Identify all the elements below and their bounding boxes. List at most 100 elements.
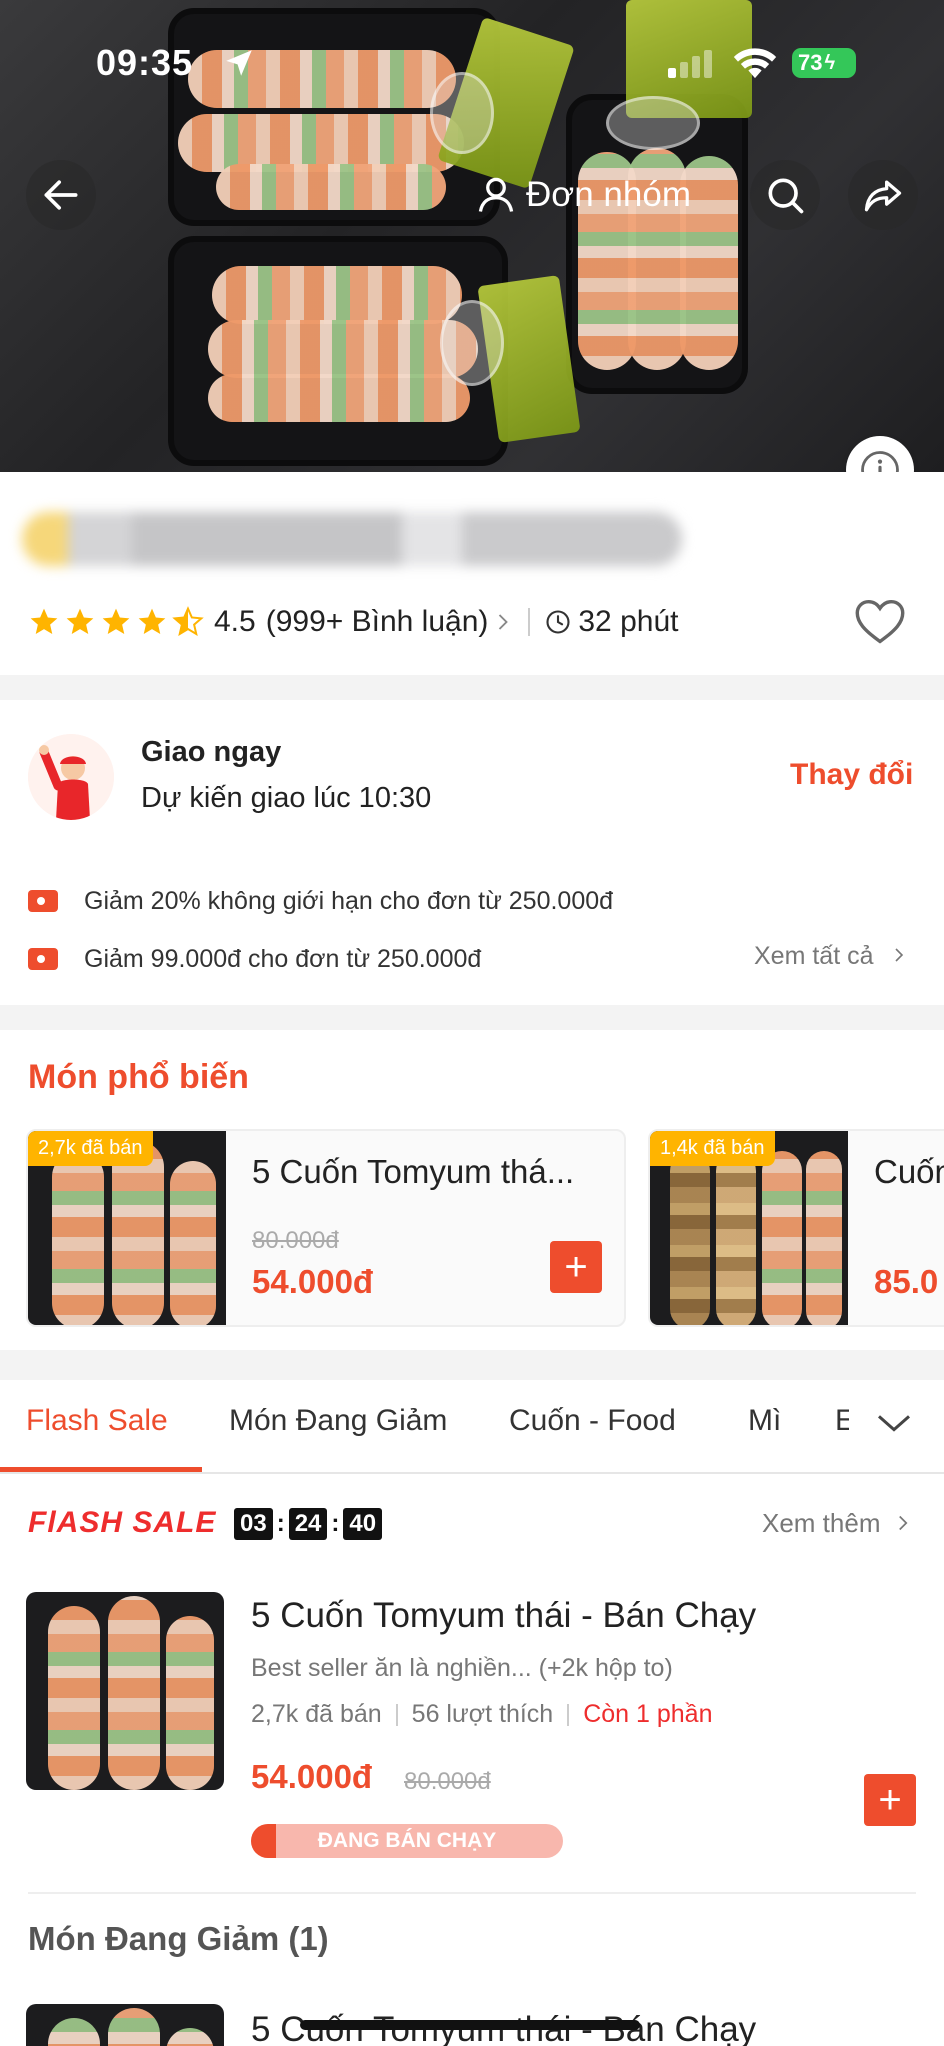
- store-info: 4.5 (999+ Bình luận) 32 phút: [0, 472, 944, 675]
- group-order-label: Đơn nhóm: [526, 175, 691, 214]
- delivery-estimate: Dự kiến giao lúc 10:30: [141, 782, 432, 814]
- battery-indicator: 73 ϟ: [792, 48, 856, 78]
- star-icon: [30, 608, 58, 634]
- plus-icon: +: [564, 1245, 588, 1289]
- tab-noodles[interactable]: Mì: [748, 1404, 781, 1438]
- share-icon: [864, 180, 902, 212]
- item-original-price: 80.000đ: [252, 1227, 339, 1254]
- review-count: (999+ Bình luận): [265, 605, 489, 638]
- divider: [528, 608, 531, 636]
- add-to-cart-button[interactable]: +: [550, 1241, 602, 1293]
- chevron-down-icon[interactable]: [874, 1408, 914, 1438]
- status-time: 09:35: [96, 42, 194, 83]
- divider: [395, 1703, 398, 1726]
- chevron-right-icon: [499, 614, 509, 630]
- popular-items-section: Món phổ biến 2,7k đã bán 5 Cuốn Tomyum t…: [0, 1030, 944, 1350]
- category-tabs: Flash Sale Món Đang Giảm Cuốn - Food Mì …: [0, 1380, 944, 1474]
- voucher-text: Giảm 20% không giới hạn cho đơn từ 250.0…: [84, 886, 614, 915]
- section-gap: [0, 1005, 944, 1030]
- plus-icon: +: [878, 1778, 902, 1822]
- flash-sale-timer: 03 : 24 : 40: [234, 1508, 383, 1540]
- hot-selling-label: ĐANG BÁN CHẠY: [317, 1829, 497, 1852]
- change-delivery-button[interactable]: Thay đổi: [790, 758, 913, 792]
- section-gap: [0, 675, 944, 700]
- divider: [567, 1703, 570, 1726]
- divider: [28, 1892, 916, 1894]
- tab-flash-sale[interactable]: Flash Sale: [26, 1404, 168, 1438]
- home-indicator[interactable]: [300, 2020, 640, 2030]
- delivery-mode: Giao ngay: [141, 736, 282, 768]
- store-name-blurred: [22, 512, 682, 566]
- rating-row[interactable]: 4.5 (999+ Bình luận) 32 phút: [28, 600, 678, 644]
- half-star-icon: [172, 606, 204, 637]
- group-order-button[interactable]: Đơn nhóm: [474, 160, 714, 230]
- like-count: 56 lượt thích: [411, 1700, 554, 1728]
- timer-minutes: 24: [288, 1508, 328, 1540]
- flash-sale-logo: FlASH SALE: [28, 1506, 217, 1539]
- wifi-icon: [733, 48, 777, 79]
- user-icon: [478, 177, 514, 212]
- status-bar: 09:35 73 ϟ: [0, 36, 944, 92]
- flash-sale-section: FlASH SALE 03 : 24 : 40 Xem thêm 5 Cuốn …: [0, 1474, 944, 1894]
- location-arrow-icon: [226, 50, 252, 76]
- clock-icon: [546, 610, 570, 634]
- see-more-link[interactable]: Xem thêm: [762, 1508, 912, 1539]
- food-thumbnail: 2,7k đã bán: [28, 1131, 226, 1325]
- remaining-stock: Còn 1 phần: [583, 1700, 713, 1728]
- food-thumbnail[interactable]: [26, 1592, 224, 1790]
- voucher-icon: [28, 890, 58, 912]
- chevron-right-icon: [898, 1515, 908, 1531]
- item-original-price: 80.000đ: [404, 1768, 491, 1795]
- see-more-label: Xem thêm: [762, 1508, 881, 1538]
- sold-count-badge: 2,7k đã bán: [28, 1131, 153, 1166]
- timer-hours: 03: [234, 1508, 273, 1540]
- voucher-icon: [28, 948, 58, 970]
- add-to-cart-button[interactable]: +: [864, 1774, 916, 1826]
- cellular-signal-icon: [668, 50, 712, 78]
- food-thumbnail: 1,4k đã bán: [650, 1131, 848, 1325]
- arrow-left-icon: [44, 180, 78, 210]
- voucher-row[interactable]: Giảm 99.000đ cho đơn từ 250.000đ: [28, 942, 481, 976]
- favorite-heart-icon[interactable]: [852, 596, 908, 646]
- food-thumbnail[interactable]: [26, 2004, 224, 2046]
- star-icon: [66, 608, 94, 634]
- voucher-text: Giảm 99.000đ cho đơn từ 250.000đ: [84, 944, 482, 973]
- timer-seconds: 40: [343, 1508, 383, 1540]
- sold-count-badge: 1,4k đã bán: [650, 1131, 775, 1166]
- voucher-row[interactable]: Giảm 20% không giới hạn cho đơn từ 250.0…: [28, 884, 613, 918]
- item-price: 54.000đ: [251, 1758, 373, 1795]
- star-icon: [138, 608, 166, 634]
- rating-value: 4.5: [214, 605, 256, 638]
- see-all-vouchers-link[interactable]: Xem tất cả: [754, 942, 908, 971]
- active-tab-indicator: [0, 1467, 202, 1472]
- popular-item-card[interactable]: 2,7k đã bán 5 Cuốn Tomyum thá... 80.000đ…: [26, 1129, 626, 1327]
- timer-separator: :: [276, 1510, 285, 1537]
- tab-more[interactable]: E: [835, 1404, 849, 1438]
- discount-section-title: Món Đang Giảm (1): [28, 1920, 329, 1957]
- battery-level: 73: [798, 50, 823, 75]
- timer-separator: :: [331, 1510, 340, 1537]
- item-name: Cuốn: [874, 1153, 944, 1190]
- star-icon: [102, 608, 130, 634]
- tab-discounted[interactable]: Món Đang Giảm: [229, 1404, 447, 1438]
- popular-item-card[interactable]: 1,4k đã bán Cuốn 85.0: [648, 1129, 944, 1327]
- search-button[interactable]: [750, 160, 820, 230]
- item-stats: 2,7k đã bán 56 lượt thích Còn 1 phần: [251, 1700, 712, 1729]
- hot-selling-progress: ĐANG BÁN CHẠY: [251, 1824, 563, 1858]
- back-button[interactable]: [26, 160, 96, 230]
- see-all-label: Xem tất cả: [754, 942, 874, 970]
- tab-rolls-food[interactable]: Cuốn - Food: [509, 1404, 676, 1438]
- sold-count: 2,7k đã bán: [251, 1700, 382, 1728]
- charging-icon: ϟ: [824, 51, 836, 74]
- item-price: 85.0: [874, 1263, 939, 1300]
- item-name[interactable]: 5 Cuốn Tomyum thái - Bán Chạy: [251, 1596, 756, 1636]
- item-price: 54.000đ: [252, 1263, 374, 1300]
- mascot-icon: [28, 734, 114, 820]
- share-button[interactable]: [848, 160, 918, 230]
- section-title: Món phổ biến: [28, 1058, 249, 1096]
- item-description: Best seller ăn là nghiền... (+2k hộp to): [251, 1654, 673, 1682]
- item-name: 5 Cuốn Tomyum thá...: [252, 1153, 575, 1190]
- section-gap: [0, 1350, 944, 1380]
- delivery-section: Giao ngay Dự kiến giao lúc 10:30 Thay đổ…: [0, 700, 944, 1005]
- delivery-mascot-avatar: [28, 734, 114, 820]
